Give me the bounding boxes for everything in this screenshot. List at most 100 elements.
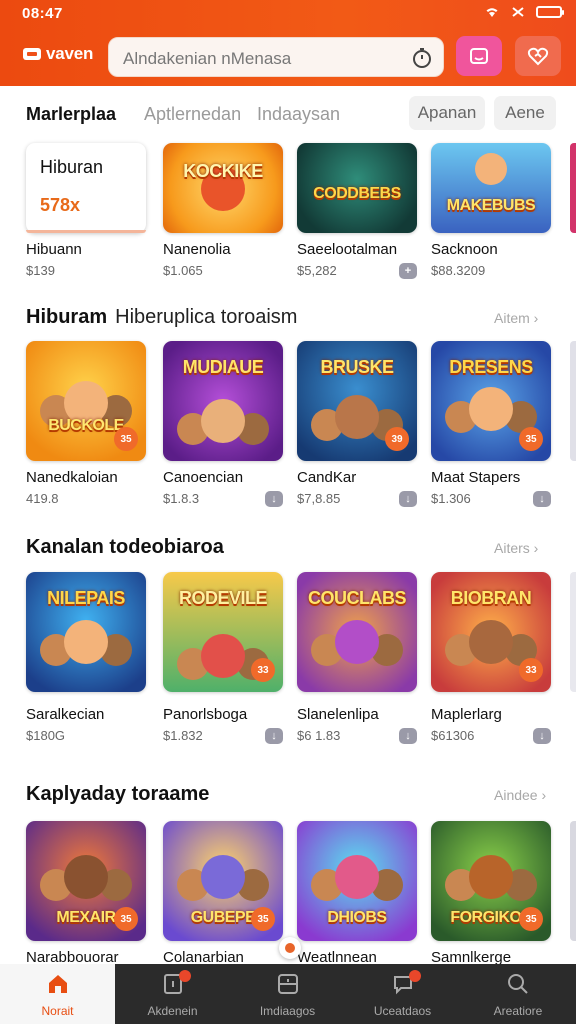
brand-logo[interactable]: vaven — [22, 44, 93, 64]
box-icon — [278, 974, 298, 994]
app-header: 08:47 vaven Alndakenian nMenasa — [0, 0, 576, 86]
search-icon — [508, 974, 528, 994]
game-thumbnail[interactable]: MUDIAUE — [163, 341, 283, 461]
game-thumbnail[interactable]: MEXAIR 35 — [26, 821, 146, 941]
list-item[interactable]: FORGIKOS 35 Samnlkerge — [431, 821, 551, 966]
list-item[interactable]: DRESENS 35 Maat Stapers $1.306 ↓ — [431, 341, 551, 507]
wallet-icon — [470, 48, 488, 64]
list-item[interactable]: MAKEBUBS Sacknoon $88.3209 — [431, 143, 551, 278]
game-thumbnail[interactable]: BIOBRAN 33 — [431, 572, 551, 692]
home-icon — [49, 975, 67, 993]
list-item[interactable]: NILEPAIS Saralkecian $180G — [26, 572, 146, 743]
tab-indaaysan[interactable]: Indaaysan — [257, 104, 340, 125]
game-thumbnail[interactable]: KOCKIKE — [163, 143, 283, 233]
list-item[interactable]: MEXAIR 35 Narabbouorar — [26, 821, 146, 966]
list-item[interactable]: KOCKIKE Nanenolia $1.065 — [163, 143, 283, 278]
nav-home[interactable]: Norait — [0, 964, 115, 1024]
search-input[interactable]: Alndakenian nMenasa — [108, 37, 444, 77]
see-all-text: Aindee — [494, 787, 538, 803]
nav-updates[interactable]: Uceatdaos — [345, 964, 460, 1024]
item-name: Saeelootalman — [297, 241, 398, 258]
list-item[interactable]: BIOBRAN 33 Maplerlarg $61306 ↓ — [431, 572, 551, 744]
item-name: Nanedkaloian — [26, 469, 118, 486]
character-art — [335, 855, 379, 899]
download-icon[interactable]: ↓ — [399, 491, 417, 507]
game-thumbnail[interactable]: NILEPAIS — [26, 572, 146, 692]
thumbnail-title: COUCLABS — [308, 588, 407, 608]
character-art — [201, 399, 245, 443]
thumbnail-title: KOCKIKE — [183, 161, 263, 181]
filter-pill-apanan[interactable]: Apanan — [409, 96, 485, 130]
thumbnail-title: CODDBEBS — [313, 185, 401, 202]
floating-action-button[interactable] — [279, 937, 301, 959]
game-thumbnail[interactable]: DRESENS 35 — [431, 341, 551, 461]
character-art — [201, 634, 245, 678]
brand-logo-icon — [23, 48, 41, 60]
nav-activity[interactable]: Akdenein — [115, 964, 230, 1024]
hiburan-value: 578x — [40, 195, 81, 215]
list-item[interactable]: BRUSKE 39 CandKar $7,8.85 ↓ — [297, 341, 417, 507]
section-title-text: Kanalan todeobiaroa — [26, 536, 224, 558]
next-card-edge — [570, 143, 576, 233]
game-thumbnail[interactable]: BUCKOLE 35 — [26, 341, 146, 461]
item-price: $5,282 — [297, 263, 337, 278]
featured-row: Hiburan 578x Hibuann $139 KOCKIKE Naneno… — [26, 143, 576, 283]
list-item[interactable]: COUCLABS Slanelenlipa $6 1.83 ↓ — [297, 572, 417, 744]
nav-images[interactable]: Imdiaagos — [230, 964, 345, 1024]
tab-applications[interactable]: Aptlernedan — [144, 104, 241, 125]
item-name: Saralkecian — [26, 706, 105, 723]
level-badge: 35 — [519, 427, 543, 451]
timer-icon[interactable] — [411, 47, 433, 69]
game-thumbnail[interactable]: BRUSKE 39 — [297, 341, 417, 461]
see-all-link[interactable]: Aitem › — [494, 310, 538, 326]
section-subtitle: Hiberuplica toroaism — [115, 306, 298, 328]
nav-search[interactable]: Areatiore — [460, 964, 576, 1024]
character-art — [335, 395, 379, 439]
wifi-icon — [486, 8, 498, 17]
favorites-button[interactable] — [515, 36, 561, 76]
list-item[interactable]: GUBEPE 35 Colanarbian — [163, 821, 283, 966]
list-item[interactable]: RODEVILE 33 Panorlsboga $1.832 ↓ — [163, 572, 283, 744]
item-price: $1.306 — [431, 491, 471, 506]
download-icon[interactable]: ↓ — [399, 728, 417, 744]
game-thumbnail[interactable]: RODEVILE 33 — [163, 572, 283, 692]
download-icon[interactable]: ↓ — [265, 728, 283, 744]
see-all-link[interactable]: Aindee › — [494, 787, 546, 803]
character-art — [64, 855, 108, 899]
character-art — [469, 620, 513, 664]
item-name: Slanelenlipa — [297, 706, 379, 723]
tab-marketplace[interactable]: Marlerplaa — [26, 104, 116, 125]
search-input-text: Alndakenian nMenasa — [123, 49, 292, 68]
section-title-text: Hiburam — [26, 306, 108, 328]
character-art — [201, 855, 245, 899]
see-all-link[interactable]: Aiters › — [494, 540, 538, 556]
status-icons — [484, 6, 564, 18]
game-thumbnail[interactable]: FORGIKOS 35 — [431, 821, 551, 941]
add-icon[interactable]: + — [399, 263, 417, 279]
item-name: Hibuann — [26, 241, 82, 258]
game-thumbnail[interactable]: GUBEPE 35 — [163, 821, 283, 941]
download-icon[interactable]: ↓ — [533, 728, 551, 744]
next-card-edge — [570, 572, 576, 692]
game-thumbnail[interactable]: COUCLABS — [297, 572, 417, 692]
hiburan-summary-card[interactable]: Hiburan 578x — [26, 143, 146, 233]
item-name: Maat Stapers — [431, 469, 521, 486]
list-item[interactable]: CODDBEBS Saeelootalman $5,282 + — [297, 143, 417, 279]
game-thumbnail[interactable]: CODDBEBS — [297, 143, 417, 233]
list-item[interactable]: BUCKOLE 35 Nanedkaloian 419.8 — [26, 341, 146, 506]
game-row: NILEPAIS Saralkecian $180G RODEVILE 33 P… — [26, 572, 576, 744]
download-icon[interactable]: ↓ — [533, 491, 551, 507]
download-icon[interactable]: ↓ — [265, 491, 283, 507]
character-art — [469, 855, 513, 899]
filter-pill-aene[interactable]: Aene — [494, 96, 556, 130]
hiburan-accent-bar — [26, 230, 146, 233]
game-thumbnail[interactable]: MAKEBUBS — [431, 143, 551, 233]
wallet-button[interactable] — [456, 36, 502, 76]
list-item[interactable]: DHIOBS Weatlnnean — [297, 821, 417, 966]
game-thumbnail[interactable]: DHIOBS — [297, 821, 417, 941]
list-item[interactable]: MUDIAUE Canoencian $1.8.3 ↓ — [163, 341, 283, 507]
thumbnail-title: NILEPAIS — [47, 588, 125, 608]
item-price: $6 1.83 — [297, 728, 341, 743]
character-art — [64, 620, 108, 664]
item-name: CandKar — [297, 469, 357, 486]
